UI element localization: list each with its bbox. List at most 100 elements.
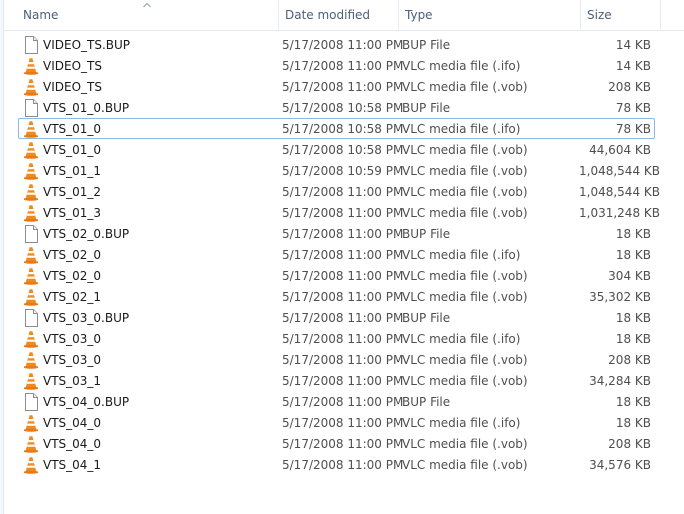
file-size: 18 KB bbox=[615, 416, 651, 430]
file-type: BUP File bbox=[402, 395, 451, 409]
file-date-modified: 5/17/2008 11:00 PM bbox=[282, 437, 404, 451]
file-row[interactable]: VTS_02_0 5/17/2008 11:00 PM VLC media file… bbox=[18, 265, 655, 286]
column-header-bar: Name Date modified Type Size bbox=[4, 0, 684, 31]
file-row[interactable]: VIDEO_TS 5/17/2008 11:00 PM VLC media file… bbox=[18, 76, 655, 97]
file-date-modified: 5/17/2008 11:00 PM bbox=[282, 206, 404, 220]
file-row[interactable]: VTS_04_0 5/17/2008 11:00 PM VLC media file… bbox=[18, 433, 655, 454]
vlc-cone-icon bbox=[23, 78, 39, 96]
column-header-type[interactable]: Type bbox=[399, 0, 581, 30]
vlc-cone-icon bbox=[23, 204, 39, 222]
file-type: VLC media file (.vob) bbox=[402, 143, 528, 157]
file-name: VIDEO_TS bbox=[43, 80, 102, 94]
file-date-modified: 5/17/2008 11:00 PM bbox=[282, 80, 404, 94]
file-row[interactable]: VTS_02_0.BUP 5/17/2008 11:00 PM BUP File 18… bbox=[18, 223, 655, 244]
file-row[interactable]: VTS_01_1 5/17/2008 10:59 PM VLC media file… bbox=[18, 160, 660, 181]
vlc-cone-icon bbox=[23, 372, 39, 390]
file-size: 1,048,544 KB bbox=[579, 185, 660, 199]
file-size: 78 KB bbox=[615, 122, 651, 136]
vlc-cone-icon bbox=[23, 456, 39, 474]
file-size: 34,576 KB bbox=[589, 458, 651, 472]
file-type: BUP File bbox=[402, 38, 451, 52]
file-type: VLC media file (.vob) bbox=[402, 458, 528, 472]
document-icon bbox=[23, 393, 39, 411]
file-size: 208 KB bbox=[608, 80, 651, 94]
file-row[interactable]: VIDEO_TS.BUP 5/17/2008 11:00 PM BUP File 14… bbox=[18, 34, 655, 55]
file-name: VTS_02_0 bbox=[43, 269, 102, 283]
file-date-modified: 5/17/2008 10:58 PM bbox=[282, 122, 404, 136]
file-name: VTS_03_1 bbox=[43, 374, 102, 388]
file-date-modified: 5/17/2008 11:00 PM bbox=[282, 416, 404, 430]
document-icon bbox=[23, 225, 39, 243]
vlc-cone-icon bbox=[23, 267, 39, 285]
vlc-cone-icon bbox=[23, 414, 39, 432]
file-date-modified: 5/17/2008 10:58 PM bbox=[282, 143, 404, 157]
vlc-cone-icon bbox=[23, 351, 39, 369]
file-type: VLC media file (.vob) bbox=[402, 269, 528, 283]
vlc-cone-icon bbox=[23, 57, 39, 75]
file-type: VLC media file (.vob) bbox=[402, 206, 528, 220]
file-list-view: Name Date modified Type Size VIDEO_TS.BU… bbox=[0, 0, 684, 514]
file-type: VLC media file (.vob) bbox=[402, 164, 528, 178]
vlc-cone-icon bbox=[23, 162, 39, 180]
file-size: 14 KB bbox=[615, 59, 651, 73]
file-row[interactable]: VTS_03_0 5/17/2008 11:00 PM VLC media file… bbox=[18, 328, 655, 349]
file-name: VTS_04_0 bbox=[43, 416, 102, 430]
file-type: VLC media file (.ifo) bbox=[402, 248, 521, 262]
file-row[interactable]: VIDEO_TS 5/17/2008 11:00 PM VLC media file… bbox=[18, 55, 655, 76]
file-name: VTS_04_1 bbox=[43, 458, 102, 472]
column-header-size[interactable]: Size bbox=[581, 0, 661, 30]
file-date-modified: 5/17/2008 11:00 PM bbox=[282, 59, 404, 73]
file-name: VIDEO_TS.BUP bbox=[43, 38, 131, 52]
file-date-modified: 5/17/2008 11:00 PM bbox=[282, 269, 404, 283]
file-name: VTS_01_0.BUP bbox=[43, 101, 130, 115]
file-date-modified: 5/17/2008 11:00 PM bbox=[282, 374, 404, 388]
file-date-modified: 5/17/2008 10:59 PM bbox=[282, 164, 404, 178]
column-header-name[interactable]: Name bbox=[17, 0, 279, 30]
file-row[interactable]: VTS_02_1 5/17/2008 11:00 PM VLC media file… bbox=[18, 286, 655, 307]
vlc-cone-icon bbox=[23, 246, 39, 264]
file-row[interactable]: VTS_01_0 5/17/2008 10:58 PM VLC media file… bbox=[18, 118, 655, 139]
file-size: 208 KB bbox=[608, 353, 651, 367]
file-type: VLC media file (.ifo) bbox=[402, 122, 521, 136]
file-name: VTS_02_0 bbox=[43, 248, 102, 262]
document-icon bbox=[23, 99, 39, 117]
file-type: VLC media file (.vob) bbox=[402, 80, 528, 94]
vlc-cone-icon bbox=[23, 435, 39, 453]
file-date-modified: 5/17/2008 11:00 PM bbox=[282, 290, 404, 304]
file-type: VLC media file (.vob) bbox=[402, 290, 528, 304]
file-row[interactable]: VTS_03_0.BUP 5/17/2008 11:00 PM BUP File 18… bbox=[18, 307, 655, 328]
file-row[interactable]: VTS_03_0 5/17/2008 11:00 PM VLC media file… bbox=[18, 349, 655, 370]
vlc-cone-icon bbox=[23, 120, 39, 138]
file-size: 18 KB bbox=[615, 395, 651, 409]
file-row[interactable]: VTS_01_3 5/17/2008 11:00 PM VLC media file… bbox=[18, 202, 660, 223]
file-name: VTS_01_3 bbox=[43, 206, 102, 220]
file-type: VLC media file (.ifo) bbox=[402, 59, 521, 73]
file-row[interactable]: VTS_02_0 5/17/2008 11:00 PM VLC media file… bbox=[18, 244, 655, 265]
file-name: VTS_04_0 bbox=[43, 437, 102, 451]
file-date-modified: 5/17/2008 10:58 PM bbox=[282, 101, 404, 115]
file-name: VTS_03_0 bbox=[43, 332, 102, 346]
vlc-cone-icon bbox=[23, 183, 39, 201]
column-header-date-modified[interactable]: Date modified bbox=[279, 0, 399, 30]
file-size: 35,302 KB bbox=[589, 290, 651, 304]
file-row[interactable]: VTS_01_0 5/17/2008 10:58 PM VLC media file… bbox=[18, 139, 655, 160]
file-name: VTS_03_0 bbox=[43, 353, 102, 367]
file-row[interactable]: VTS_04_0.BUP 5/17/2008 11:00 PM BUP File 18… bbox=[18, 391, 655, 412]
file-size: 18 KB bbox=[615, 332, 651, 346]
file-date-modified: 5/17/2008 11:00 PM bbox=[282, 332, 404, 346]
file-row[interactable]: VTS_04_0 5/17/2008 11:00 PM VLC media file… bbox=[18, 412, 655, 433]
file-row[interactable]: VTS_03_1 5/17/2008 11:00 PM VLC media file… bbox=[18, 370, 655, 391]
file-name: VTS_02_1 bbox=[43, 290, 102, 304]
file-rows: VIDEO_TS.BUP 5/17/2008 11:00 PM BUP File 14… bbox=[18, 34, 660, 475]
file-type: VLC media file (.vob) bbox=[402, 374, 528, 388]
file-row[interactable]: VTS_01_0.BUP 5/17/2008 10:58 PM BUP File 78… bbox=[18, 97, 655, 118]
file-type: VLC media file (.vob) bbox=[402, 185, 528, 199]
file-row[interactable]: VTS_04_1 5/17/2008 11:00 PM VLC media file… bbox=[18, 454, 655, 475]
file-name: VTS_01_1 bbox=[43, 164, 102, 178]
file-size: 18 KB bbox=[615, 311, 651, 325]
file-size: 1,031,248 KB bbox=[579, 206, 660, 220]
file-type: BUP File bbox=[402, 311, 451, 325]
file-size: 18 KB bbox=[615, 227, 651, 241]
file-date-modified: 5/17/2008 11:00 PM bbox=[282, 458, 404, 472]
file-row[interactable]: VTS_01_2 5/17/2008 11:00 PM VLC media file… bbox=[18, 181, 660, 202]
